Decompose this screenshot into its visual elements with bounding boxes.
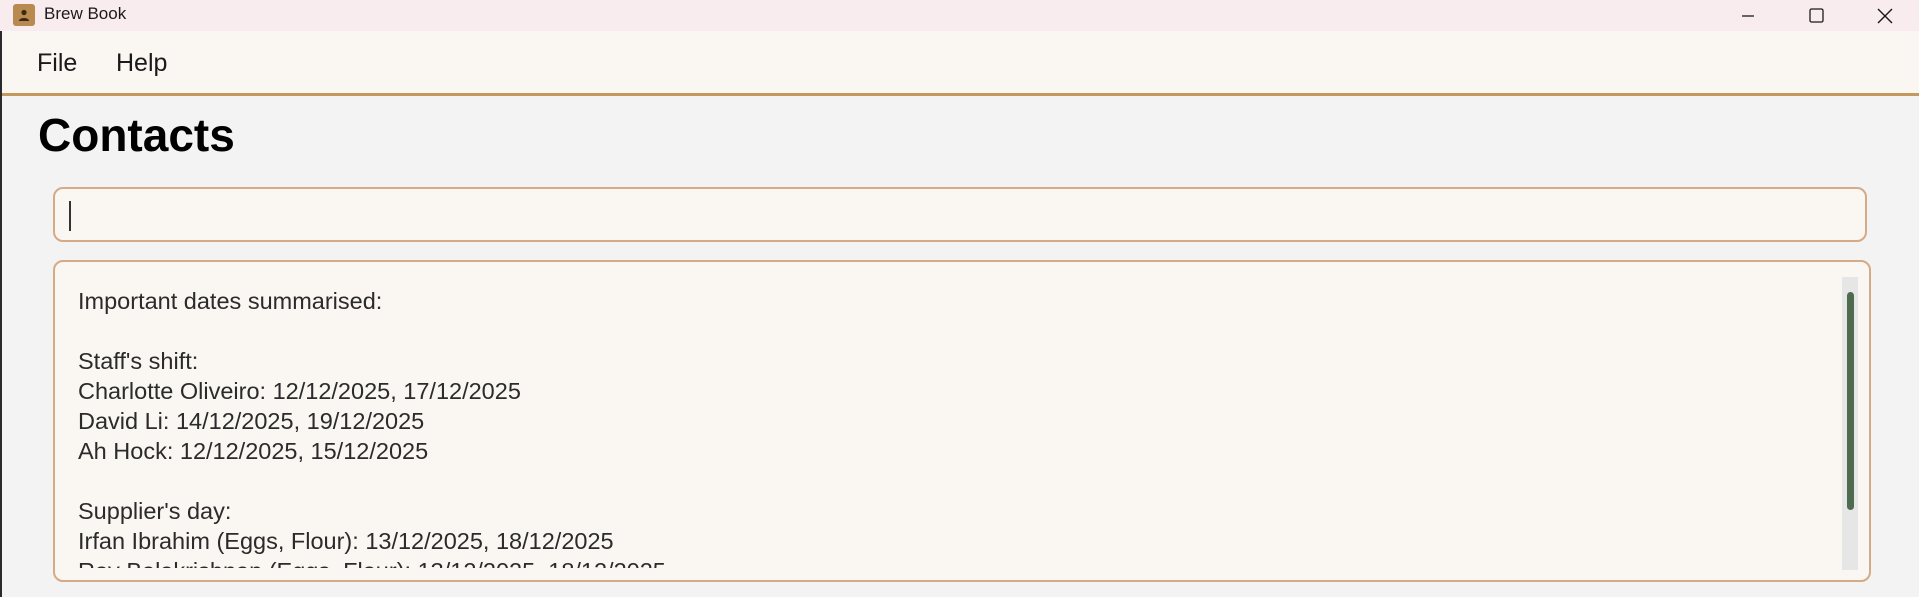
command-input[interactable]: [53, 187, 1867, 242]
address-book-icon: [13, 4, 35, 26]
text-caret: [69, 201, 71, 231]
scrollbar-thumb[interactable]: [1847, 292, 1854, 510]
menu-bar: File Help: [0, 31, 1919, 96]
result-text: Important dates summarised: Staff's shif…: [78, 288, 666, 568]
maximize-button[interactable]: [1782, 0, 1850, 31]
title-bar: Brew Book: [0, 0, 1919, 31]
minimize-icon: [1742, 14, 1754, 17]
menu-file[interactable]: File: [37, 49, 77, 78]
maximize-icon: [1808, 8, 1824, 23]
minimize-button[interactable]: [1714, 0, 1782, 31]
window-title: Brew Book: [44, 4, 127, 23]
close-button[interactable]: [1851, 0, 1919, 31]
menu-help[interactable]: Help: [116, 49, 167, 78]
close-icon: [1877, 8, 1893, 23]
page-title: Contacts: [38, 109, 235, 161]
window-left-border: [0, 31, 2, 597]
result-display[interactable]: Important dates summarised: Staff's shif…: [53, 260, 1871, 582]
